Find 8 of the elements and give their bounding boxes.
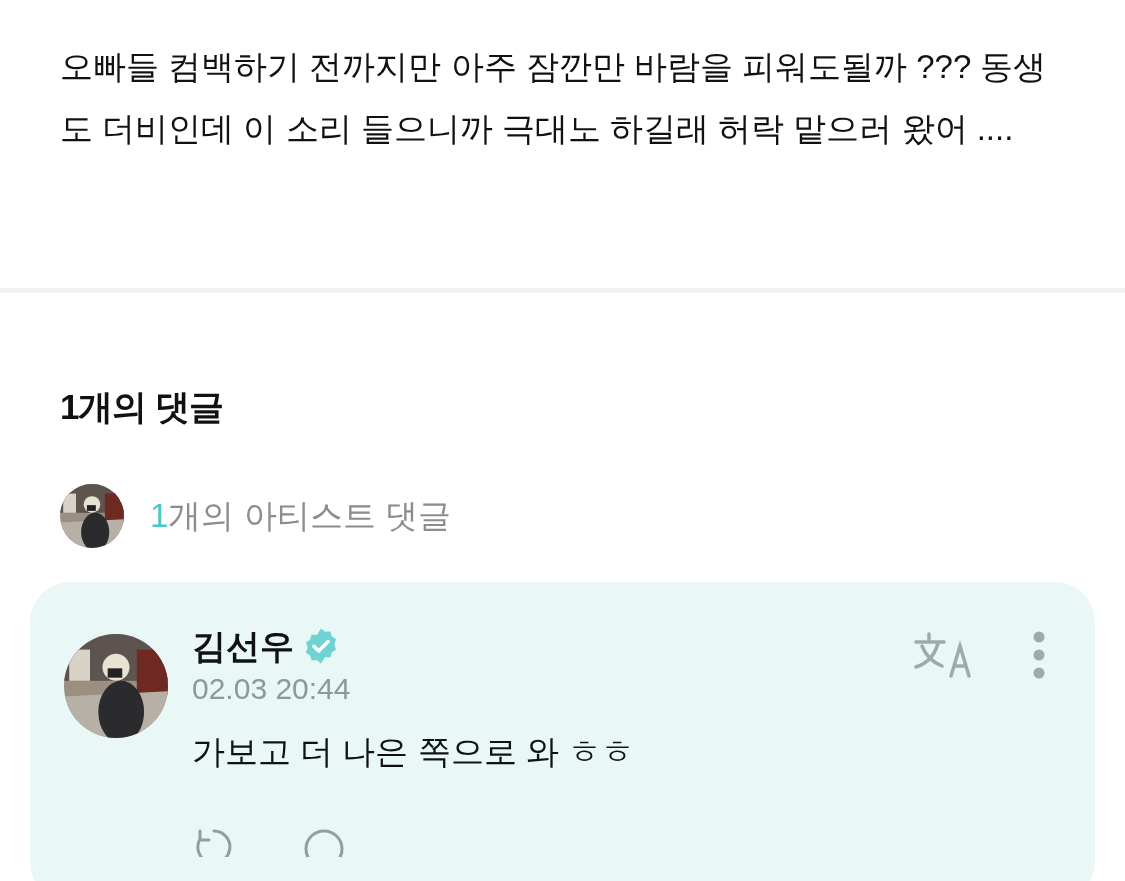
artist-comment-count[interactable]: 1개의 아티스트 댓글: [150, 490, 451, 541]
author-name: 김선우: [192, 625, 294, 667]
comment-time: 02.03 20:44: [192, 671, 352, 708]
post-text: 오빠들 컴백하기 전까지만 아주 잠깐만 바람을 피워도될까 ??? 동생도 더비인데 이 소리 들으니까 극대노 하길래 허락 맡으러 왔어 ....: [60, 47, 1048, 149]
comments-heading: 1개의 댓글: [60, 386, 225, 428]
translate-icon[interactable]: [913, 629, 973, 680]
more-options-icon[interactable]: [1033, 629, 1045, 680]
comment-text: 가보고 더 나은 쪽으로 와 ㅎㅎ: [192, 732, 635, 773]
